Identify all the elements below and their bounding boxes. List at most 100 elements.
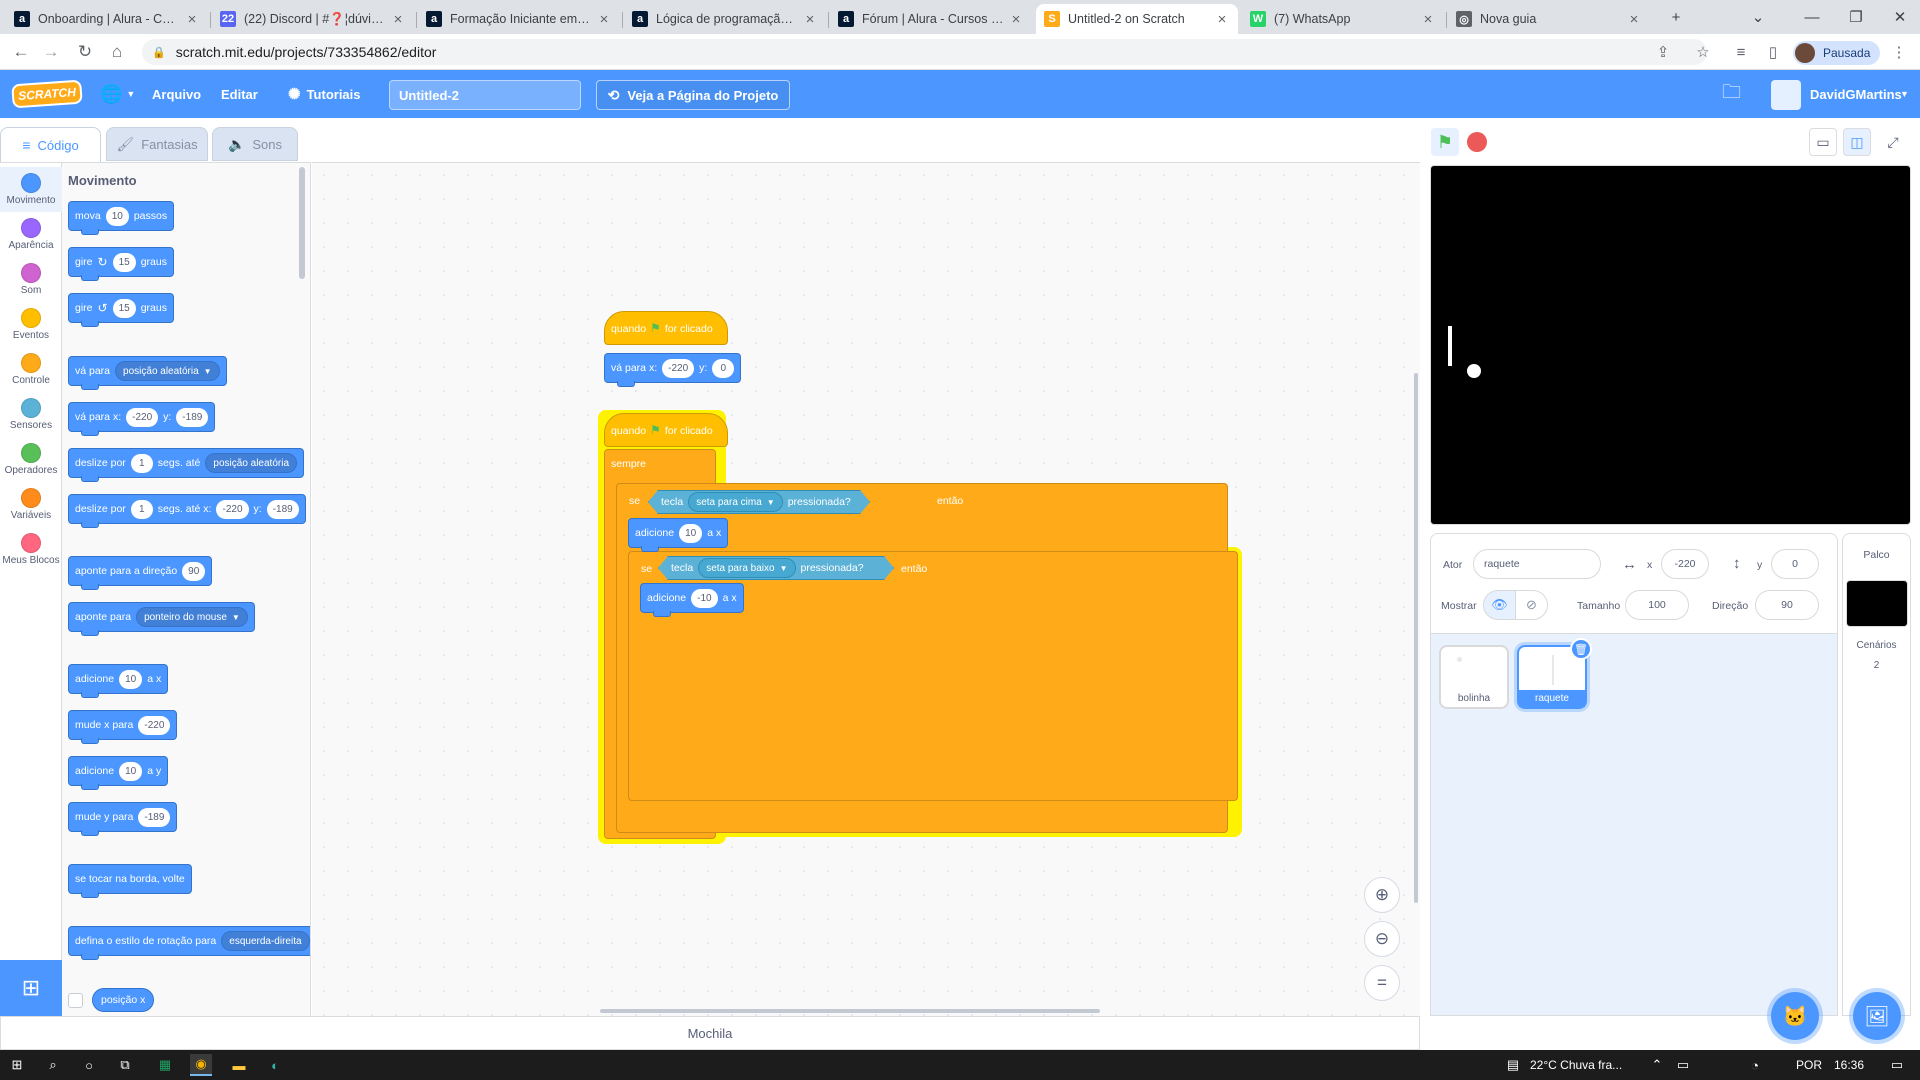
user-chevron-down-icon[interactable]: ▼	[1900, 70, 1909, 118]
block-input[interactable]: -220	[138, 715, 171, 735]
close-tab-icon[interactable]: ×	[1008, 11, 1024, 28]
block-key-pressed[interactable]: tecla seta para cima ▼ pressionada?	[648, 490, 870, 514]
wifi-icon[interactable]: ◔	[1744, 1054, 1766, 1076]
block-dropdown[interactable]: posição aleatória ▼	[115, 361, 220, 381]
reload-icon[interactable]: ↻	[72, 39, 98, 65]
close-window-icon[interactable]: ✕	[1878, 0, 1920, 34]
block-set-y[interactable]: mude y para -189	[68, 802, 178, 836]
stop-button[interactable]	[1463, 128, 1491, 156]
edit-menu[interactable]: Editar	[221, 70, 258, 118]
browser-tab[interactable]: a Onboarding | Alura - Cursos ×	[6, 4, 208, 34]
block-point-in-direction[interactable]: aponte para a direção 90	[68, 556, 213, 590]
block-input[interactable]: 15	[112, 298, 136, 318]
side-panel-icon[interactable]: ▯	[1760, 39, 1786, 65]
keyboard-language[interactable]: POR	[1796, 1050, 1822, 1080]
category-sensores[interactable]: Sensores	[0, 392, 62, 437]
clock[interactable]: 16:36	[1834, 1050, 1864, 1080]
block-goto-xy[interactable]: vá para x: -220 y: -189	[68, 402, 216, 436]
close-tab-icon[interactable]: ×	[802, 11, 818, 28]
weather-text[interactable]: 22°C Chuva fra...	[1530, 1050, 1622, 1080]
small-stage-icon[interactable]: ▭	[1809, 128, 1837, 156]
workspace-horizontal-scrollbar[interactable]	[600, 1009, 1100, 1013]
browser-tab[interactable]: a Formação Iniciante em Pro ×	[418, 4, 620, 34]
block-input[interactable]: 0	[712, 358, 735, 378]
windows-start-icon[interactable]: ⊞	[6, 1054, 28, 1076]
category-som[interactable]: Som	[0, 257, 62, 302]
file-menu[interactable]: Arquivo	[152, 70, 201, 118]
close-tab-icon[interactable]: ×	[596, 11, 612, 28]
palette-scrollbar[interactable]	[299, 167, 305, 279]
address-bar[interactable]: 🔒 scratch.mit.edu/projects/733354862/edi…	[142, 39, 1707, 65]
category-eventos[interactable]: Eventos	[0, 302, 62, 347]
block-change-y[interactable]: adicione 10 a y	[68, 756, 169, 790]
block-change-x[interactable]: adicione 10 a x	[68, 664, 169, 698]
block-input[interactable]: -220	[126, 407, 159, 427]
block-input[interactable]: 10	[119, 761, 143, 781]
browser-tab[interactable]: ◎ Nova guia ×	[1448, 4, 1650, 34]
block-input[interactable]: -220	[662, 358, 695, 378]
x-position-checkbox[interactable]	[68, 993, 83, 1008]
zoom-out-icon[interactable]: ⊖	[1364, 921, 1400, 957]
user-avatar[interactable]	[1771, 80, 1801, 110]
tab-search-chevron-icon[interactable]: ⌄	[1736, 0, 1780, 34]
file-explorer-icon[interactable]: ▬	[228, 1054, 250, 1076]
tray-chevron-up-icon[interactable]: ⌃	[1646, 1054, 1668, 1076]
tab-sounds[interactable]: 🔈 Sons	[212, 127, 298, 161]
code-workspace[interactable]: quando ⚑ for clicado vá para x: -220 y: …	[312, 162, 1420, 1016]
menu-kebab-icon[interactable]: ⋮	[1886, 39, 1912, 65]
block-turn-right[interactable]: gire ↻ 15 graus	[68, 247, 174, 281]
block-input[interactable]: 1	[130, 453, 153, 473]
block-dropdown[interactable]: ponteiro do mouse ▼	[136, 607, 248, 627]
folder-icon[interactable]: 🗀	[1722, 70, 1741, 118]
restore-icon[interactable]: ❐	[1834, 0, 1878, 34]
tab-code[interactable]: ≡ Código	[0, 127, 101, 162]
block-input[interactable]: -220	[216, 499, 249, 519]
block-turn-left[interactable]: gire ↺ 15 graus	[68, 293, 174, 327]
block-move-steps[interactable]: mova 10 passos	[68, 201, 175, 235]
username[interactable]: DavidGMartins	[1810, 70, 1902, 118]
category-aparência[interactable]: Aparência	[0, 212, 62, 257]
block-glide-xy[interactable]: deslize por 1 segs. até x: -220 y: -189	[68, 494, 306, 528]
bookmark-star-icon[interactable]: ☆	[1690, 39, 1716, 65]
category-operadores[interactable]: Operadores	[0, 437, 62, 482]
stage-thumbnail[interactable]	[1846, 580, 1908, 627]
size-input[interactable]: 100	[1625, 590, 1689, 620]
block-change-x[interactable]: adicione -10 a x	[640, 583, 744, 617]
block-key-pressed[interactable]: tecla seta para baixo ▼ pressionada?	[658, 556, 894, 580]
close-tab-icon[interactable]: ×	[1214, 11, 1230, 28]
browser-tab[interactable]: W (7) WhatsApp ×	[1242, 4, 1444, 34]
battery-icon[interactable]: ▭	[1672, 1054, 1694, 1076]
block-input[interactable]: 10	[679, 523, 703, 543]
block-dropdown[interactable]: seta para cima ▼	[688, 492, 783, 512]
block-dropdown[interactable]: seta para baixo ▼	[698, 558, 795, 578]
add-extension-button[interactable]: ⊞	[0, 960, 62, 1016]
choose-sprite-cat-icon[interactable]: 🐱	[1771, 992, 1819, 1040]
block-input[interactable]: -189	[176, 407, 209, 427]
category-variáveis[interactable]: Variáveis	[0, 482, 62, 527]
tab-costumes[interactable]: 🖌 Fantasias	[106, 127, 208, 161]
block-input[interactable]: 10	[105, 206, 129, 226]
block-goto-xy[interactable]: vá para x: -220 y: 0	[604, 353, 742, 387]
close-tab-icon[interactable]: ×	[1626, 11, 1642, 28]
cortana-circle-icon[interactable]: ○	[78, 1054, 100, 1076]
block-goto[interactable]: vá para posição aleatória ▼	[68, 356, 227, 390]
hide-sprite-eye-slash-icon[interactable]: ⊘	[1515, 590, 1548, 620]
stage-canvas[interactable]	[1430, 165, 1911, 525]
workspace-vertical-scrollbar[interactable]	[1414, 373, 1418, 903]
search-icon[interactable]: ⌕	[42, 1054, 64, 1076]
y-input[interactable]: 0	[1771, 549, 1819, 579]
block-input[interactable]: -10	[691, 588, 718, 608]
block-input[interactable]: 90	[182, 561, 206, 581]
project-title-input[interactable]: Untitled-2	[389, 80, 581, 110]
block-bounce-on-edge[interactable]: se tocar na borda, volte	[68, 864, 192, 898]
chrome-icon[interactable]: ◉	[190, 1054, 212, 1076]
zoom-in-icon[interactable]: ⊕	[1364, 877, 1400, 913]
new-tab-plus-icon[interactable]: +	[1654, 0, 1698, 34]
sprite-name-input[interactable]: raquete	[1473, 549, 1601, 579]
stage-selector[interactable]: Palco Cenários 2	[1842, 533, 1911, 1016]
browser-tab[interactable]: S Untitled-2 on Scratch ×	[1036, 4, 1238, 34]
minimize-icon[interactable]: —	[1790, 0, 1834, 34]
reading-list-icon[interactable]: ≡	[1728, 39, 1754, 65]
home-icon[interactable]: ⌂	[104, 39, 130, 65]
block-input[interactable]: -189	[138, 807, 171, 827]
